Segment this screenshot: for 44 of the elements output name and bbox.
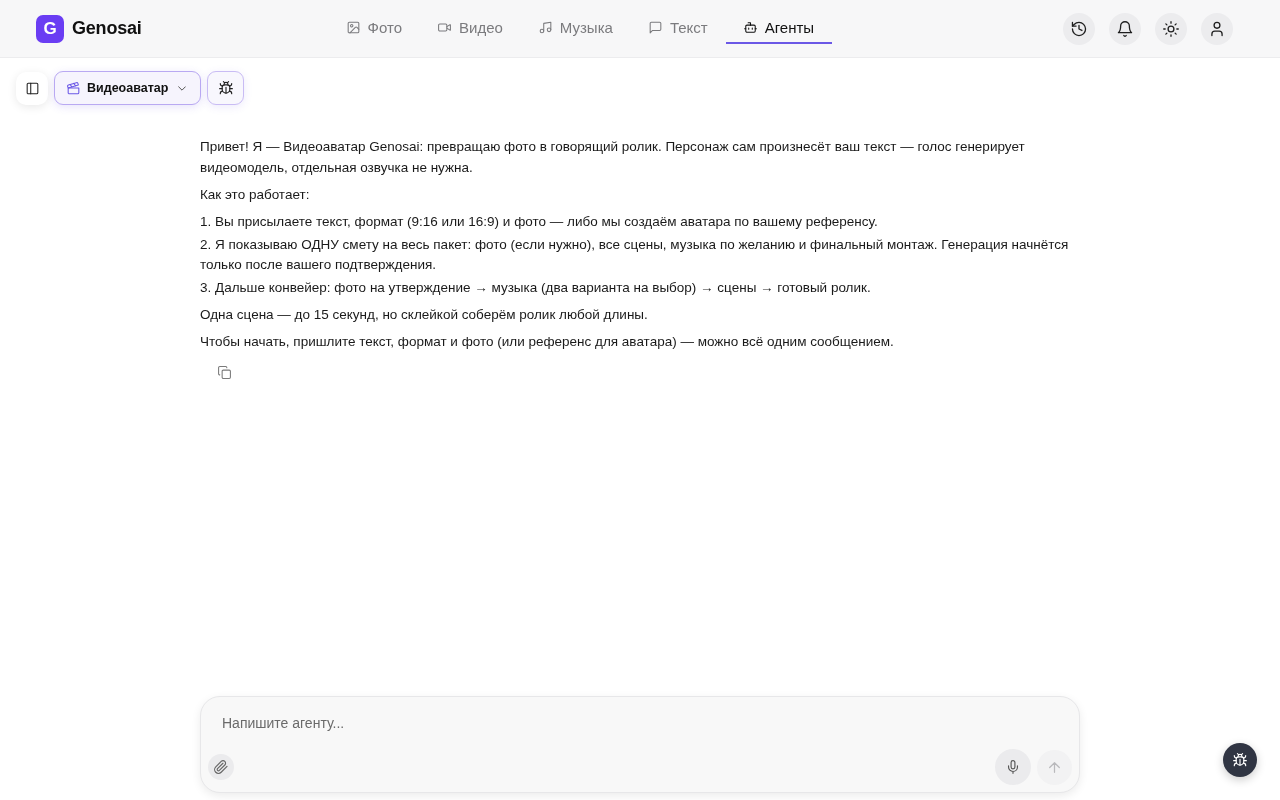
notifications-button[interactable] xyxy=(1109,12,1141,45)
nav-tab[interactable]: Агенты xyxy=(725,13,833,44)
history-icon xyxy=(1071,20,1087,37)
logo-mark: G xyxy=(36,14,64,43)
paperclip-icon xyxy=(214,760,228,774)
nav-tab[interactable]: Видео xyxy=(420,13,521,44)
attach-button[interactable] xyxy=(208,754,234,780)
nav-tab[interactable]: Фото xyxy=(328,13,420,44)
message-paragraph: Как это работает: xyxy=(200,185,311,204)
theme-button[interactable] xyxy=(1155,12,1187,45)
bell-icon xyxy=(1117,20,1133,37)
arrow-up-icon xyxy=(1049,761,1060,773)
bug-icon xyxy=(1233,753,1247,767)
sun-icon xyxy=(1163,20,1179,37)
list-item: 3. Дальше конвейер: фото на утверждение → музыка (два варианта на выбор) → сцены → готовый ролик. xyxy=(200,279,872,297)
video-camera-icon xyxy=(438,21,451,34)
music-note-icon xyxy=(538,21,552,34)
message-input[interactable]: Напишите агенту... xyxy=(208,709,1072,739)
history-button[interactable] xyxy=(1063,12,1095,45)
image-icon xyxy=(346,21,360,34)
agent-select[interactable]: Видеоаватар xyxy=(54,71,202,105)
debug-button[interactable] xyxy=(207,71,245,105)
message-paragraph: Привет! Я — Видеоаватар Genosai: превращаю фото в говорящий ролик. Персонаж сам произнесёт ваш текст — голос генерирует видеомодель, отдельная озвучка не нужна. xyxy=(200,138,1026,177)
clapperboard-icon xyxy=(67,81,80,95)
composer[interactable]: Напишите агенту... xyxy=(200,696,1080,793)
message-paragraph: Одна сцена — до 15 секунд, но склейкой соберём ролик любой длины. xyxy=(200,306,649,324)
copy-icon xyxy=(217,366,231,379)
sidebar-icon xyxy=(25,81,39,95)
bug-icon xyxy=(218,81,233,95)
microphone-icon xyxy=(1006,760,1020,774)
profile-button[interactable] xyxy=(1201,12,1233,45)
brand-name: Genosai xyxy=(72,18,142,39)
microphone-button[interactable] xyxy=(995,749,1031,785)
chevron-down-icon xyxy=(178,85,187,91)
list-item: 2. Я показываю ОДНУ смету на весь пакет: фото (если нужно), все сцены, музыка по желанию и финальный монтаж. Генерация начнётся только после вашего подтверждения. xyxy=(200,235,1070,274)
list-item: 1. Вы присылаете текст, формат (9:16 или 16:9) и фото — либо мы создаём аватара по вашему референсу. xyxy=(200,212,879,231)
robot-icon xyxy=(743,21,757,34)
nav-tab[interactable]: Музыка xyxy=(520,13,631,44)
message-paragraph: Чтобы начать, пришлите текст, формат и фото (или референс для аватара) — можно всё одним сообщением. xyxy=(200,333,895,351)
user-icon xyxy=(1209,20,1225,37)
sidebar-toggle-button[interactable] xyxy=(16,71,48,105)
nav-tab[interactable]: Текст xyxy=(630,13,726,44)
debug-fab[interactable] xyxy=(1223,743,1257,777)
chat-bubble-icon xyxy=(648,21,662,34)
